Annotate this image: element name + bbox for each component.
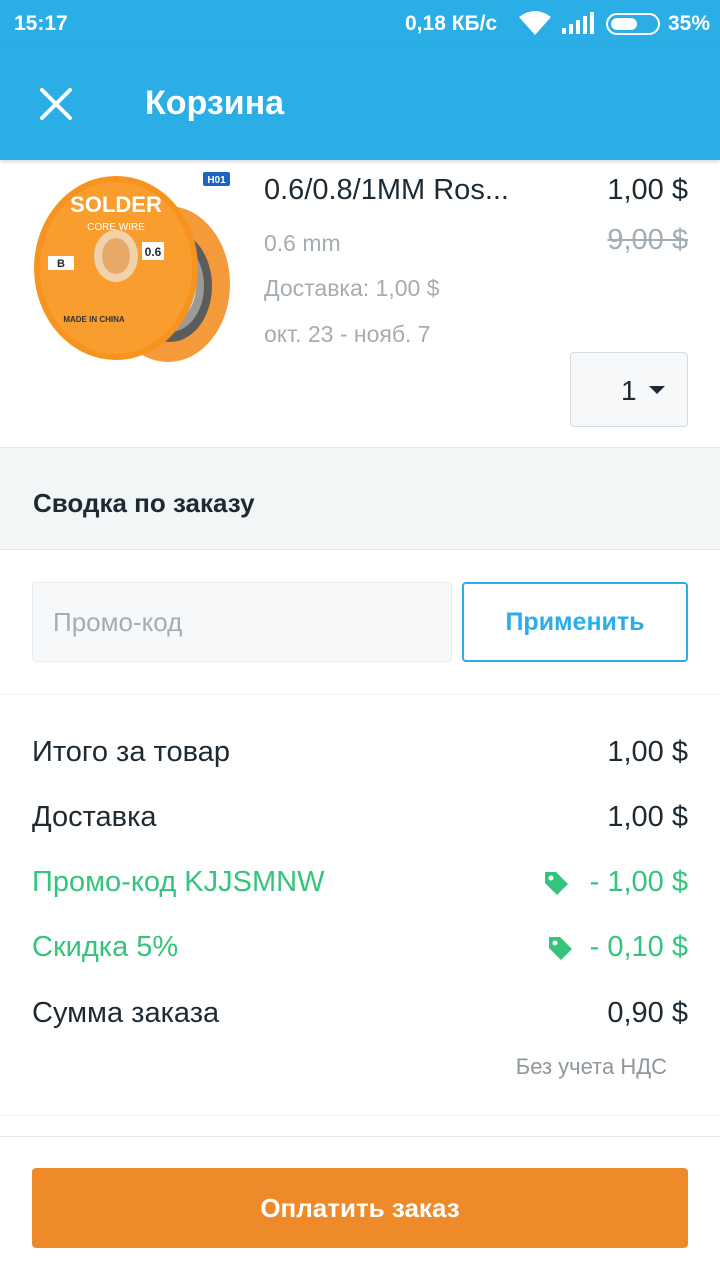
tag-icon — [549, 937, 572, 960]
signal-icon — [562, 12, 594, 34]
status-bar: 15:17 0,18 КБ/с 35% — [0, 0, 720, 48]
order-total-amount: 0,90 $ — [607, 997, 688, 1029]
tag-icon — [545, 872, 568, 895]
order-total-row: Сумма заказа 0,90 $ — [32, 997, 688, 1037]
discount-label: Скидка 5% — [32, 931, 179, 963]
summary-title: Сводка по заказу — [33, 488, 255, 518]
vat-note: Без учета НДС — [515, 1054, 667, 1079]
wifi-icon — [519, 11, 551, 35]
shipping-amount: 1,00 $ — [607, 801, 688, 833]
promo-amount: - 1,00 $ — [589, 866, 688, 898]
summary-header: Сводка по заказу — [0, 447, 720, 550]
discount-row: Скидка 5% - 0,10 $ — [32, 931, 688, 971]
status-network-speed: 0,18 КБ/с — [405, 12, 498, 35]
apply-promo-button[interactable]: Применить — [462, 582, 688, 662]
image-origin-text: MADE IN CHINA — [63, 315, 125, 324]
order-total-label: Сумма заказа — [32, 997, 220, 1029]
shipping-row: Доставка 1,00 $ — [32, 801, 688, 841]
image-brand-text: SOLDER — [70, 192, 162, 217]
divider — [0, 694, 720, 695]
shipping-label: Доставка — [32, 801, 157, 833]
product-name[interactable]: 0.6/0.8/1MM Ros... — [264, 174, 509, 207]
product-shipping: Доставка: 1,00 $ — [264, 275, 440, 301]
app-bar: Корзина — [0, 48, 720, 160]
image-subtitle-text: CORE WIRE — [87, 222, 145, 233]
image-letter-text: B — [57, 258, 65, 270]
image-size-text: 0.6 — [145, 245, 162, 259]
status-time: 15:17 — [14, 12, 68, 35]
promo-row: Промо-код KJJSMNW - 1,00 $ — [32, 866, 688, 906]
divider — [0, 1136, 720, 1137]
image-badge-text: H01 — [207, 175, 226, 186]
battery-percent: 35% — [668, 12, 711, 35]
chevron-down-icon — [649, 386, 665, 394]
quantity-value: 1 — [621, 375, 637, 406]
product-variant: 0.6 mm — [264, 230, 341, 256]
product-image[interactable]: H01 SOLDER CORE WIRE B 0.6 MADE IN CHINA — [30, 166, 235, 366]
product-price: 1,00 $ — [607, 174, 688, 206]
cart-item[interactable]: H01 SOLDER CORE WIRE B 0.6 MADE IN CHINA… — [0, 160, 720, 447]
subtotal-row: Итого за товар 1,00 $ — [32, 736, 688, 776]
promo-label: Промо-код KJJSMNW — [32, 866, 325, 898]
quantity-select[interactable]: 1 — [570, 352, 688, 427]
promo-code-input[interactable] — [32, 582, 452, 662]
battery-icon — [606, 13, 660, 35]
product-old-price: 9,00 $ — [607, 224, 688, 256]
subtotal-label: Итого за товар — [32, 736, 230, 768]
page-title: Корзина — [145, 84, 285, 122]
pay-order-button[interactable]: Оплатить заказ — [32, 1168, 688, 1248]
divider — [0, 1115, 720, 1116]
close-icon[interactable] — [30, 78, 82, 130]
delivery-dates: окт. 23 - нояб. 7 — [264, 321, 431, 347]
subtotal-amount: 1,00 $ — [607, 736, 688, 768]
discount-amount: - 0,10 $ — [589, 931, 688, 963]
